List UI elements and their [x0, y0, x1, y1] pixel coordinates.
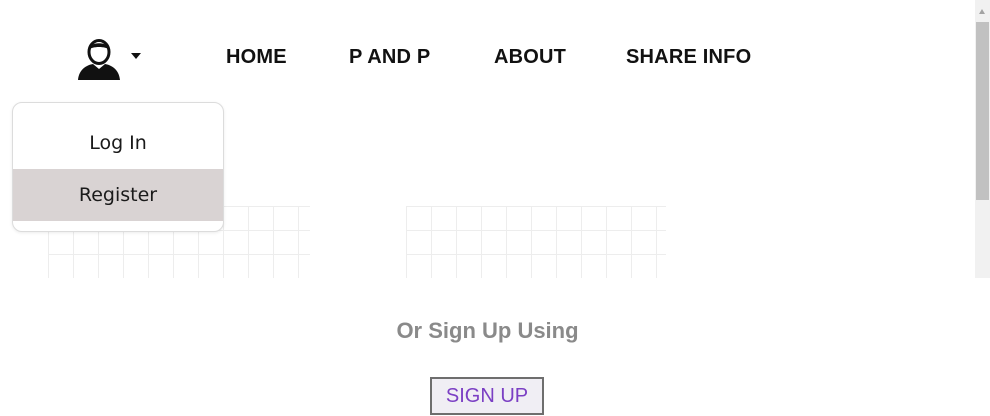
top-nav: HOME P AND P ABOUT SHARE INFO [0, 38, 960, 80]
nav-link-home[interactable]: HOME [226, 46, 287, 69]
nav-link-p-and-p[interactable]: P AND P [349, 46, 430, 69]
page: HOME P AND P ABOUT SHARE INFO Log In Reg… [0, 0, 990, 416]
caret-down-icon [131, 53, 141, 59]
sign-up-prompt: Or Sign Up Using [396, 318, 579, 343]
vertical-scrollbar[interactable] [975, 0, 990, 278]
user-icon [78, 39, 120, 80]
user-dropdown-menu: Log In Register [12, 102, 224, 232]
menu-item-log-in[interactable]: Log In [13, 117, 223, 169]
scrollbar-thumb[interactable] [976, 22, 989, 200]
scroll-up-arrow-icon[interactable] [979, 9, 985, 14]
nav-link-share-info[interactable]: SHARE INFO [626, 46, 751, 69]
sign-up-button[interactable]: SIGN UP [430, 377, 544, 415]
nav-link-about[interactable]: ABOUT [494, 46, 566, 69]
menu-item-register[interactable]: Register [13, 169, 223, 221]
user-menu-toggle[interactable] [76, 38, 148, 80]
grid-decoration-right [406, 206, 666, 278]
